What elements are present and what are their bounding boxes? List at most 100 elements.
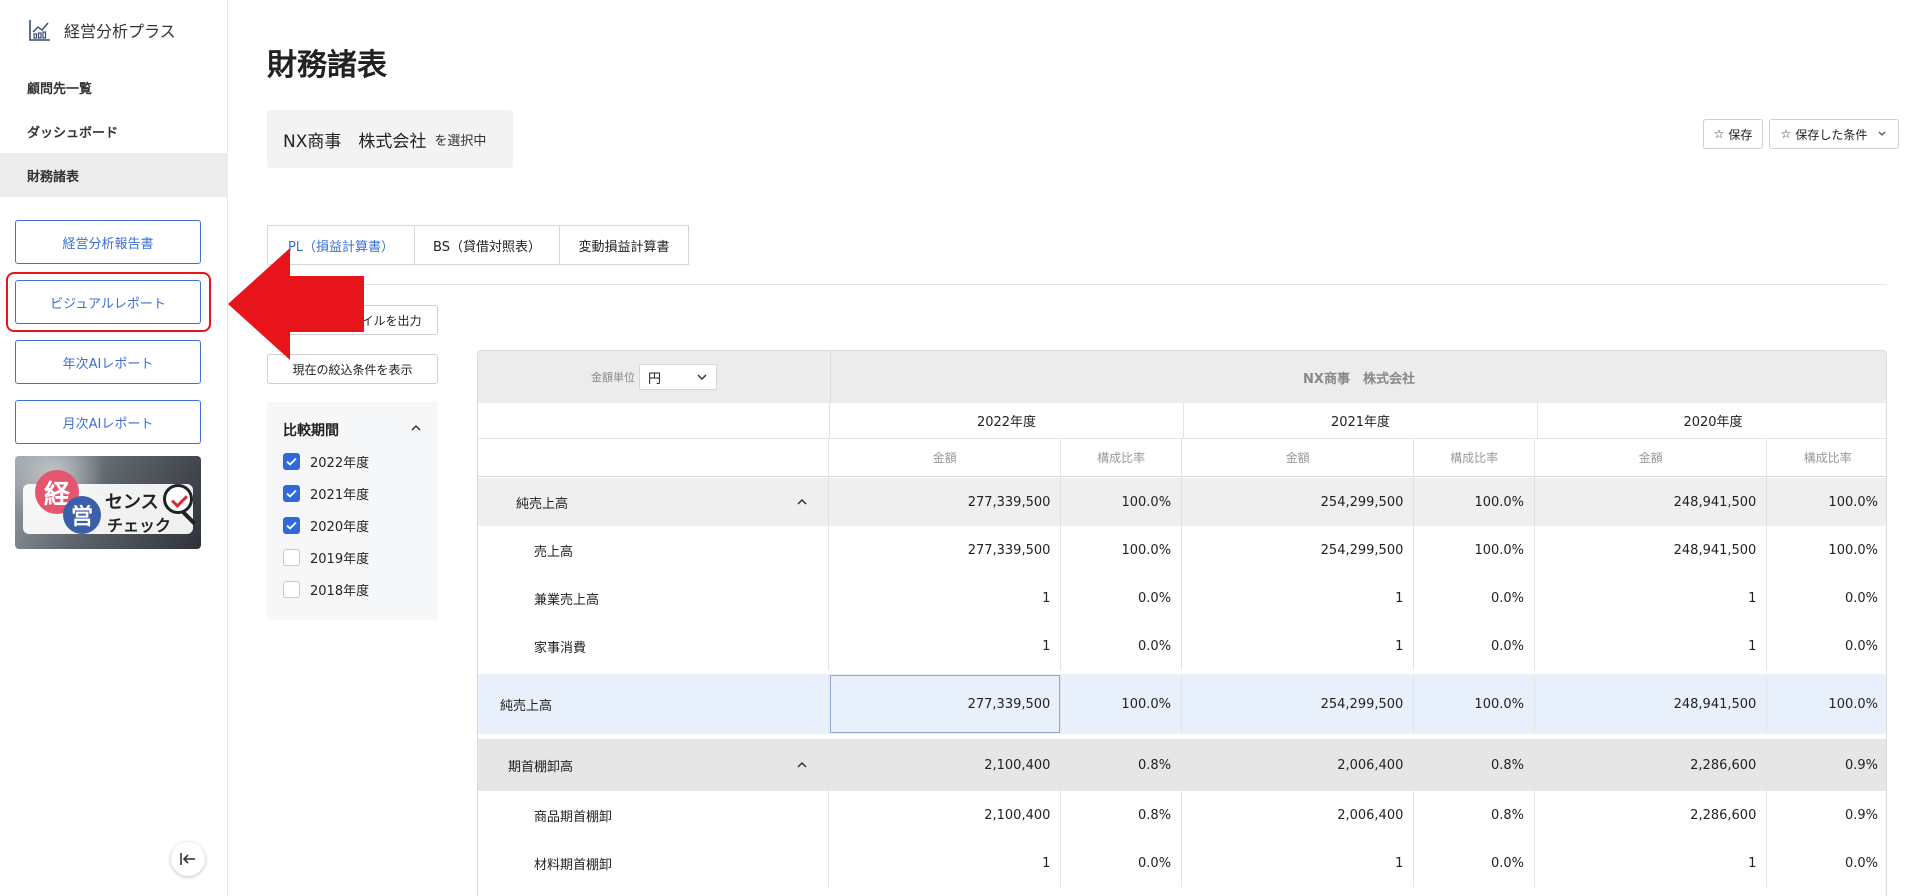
- brand-name: 経営分析プラス: [64, 22, 176, 41]
- financial-table: 金額単位 円 NX商事 株式会社 2022年度 2021年度 2020年度 金額…: [477, 350, 1887, 896]
- checkbox-unchecked[interactable]: [283, 549, 300, 566]
- row-label: 純売上高: [500, 698, 553, 714]
- chevron-up-icon[interactable]: [796, 761, 808, 769]
- comparison-period-filter: 比較期間 2022年度 2021年度 2020年度 2019年度 2018年度: [267, 402, 438, 620]
- amount-cell: 2,100,400: [829, 739, 1062, 791]
- keiei-sense-check-banner[interactable]: 経 営 センス チェック: [15, 456, 201, 549]
- chevron-up-icon[interactable]: [796, 498, 808, 506]
- ratio-cell: 0.0%: [1414, 622, 1536, 670]
- company-header: NX商事 株式会社: [830, 351, 1886, 403]
- checkbox-checked[interactable]: [283, 485, 300, 502]
- row-label: 兼業売上高: [534, 592, 600, 608]
- table-row[interactable]: 売上高 277,339,500 100.0% 254,299,500 100.0…: [478, 526, 1886, 574]
- amount-cell: 1: [829, 622, 1062, 670]
- ratio-cell: 0.0%: [1844, 855, 1878, 871]
- table-row-subtotal-net-sales[interactable]: 純売上高 277,339,500 100.0% 254,299,500 100.…: [478, 674, 1886, 734]
- check-icon: [286, 457, 297, 466]
- ratio-cell: 0.8%: [1414, 739, 1536, 791]
- collapse-left-icon: [180, 853, 195, 865]
- collapse-sidebar-button[interactable]: [171, 842, 205, 876]
- annual-ai-report-button[interactable]: 年次AIレポート: [15, 340, 201, 384]
- table-row[interactable]: 兼業売上高 1 0.0% 1 0.0% 1 0.0%: [478, 574, 1886, 622]
- table-row[interactable]: 材料期首棚卸 1 0.0% 1 0.0% 1 0.0%: [478, 839, 1886, 887]
- filter-option-2019[interactable]: 2019年度: [283, 548, 369, 567]
- save-button[interactable]: ☆ 保存: [1703, 119, 1763, 149]
- filter-option-label: 2022年度: [310, 456, 370, 471]
- ratio-cell: 0.0%: [1844, 590, 1878, 606]
- table-row-group-net-sales[interactable]: 純売上高 277,339,500 100.0% 254,299,500 100.…: [478, 478, 1886, 526]
- checkbox-checked[interactable]: [283, 453, 300, 470]
- amount-cell: 254,299,500: [1182, 526, 1415, 574]
- unit-select[interactable]: 円: [639, 364, 717, 390]
- row-label-cell: 材料期首棚卸: [478, 839, 830, 887]
- check-icon: [286, 521, 297, 530]
- row-label-cell: 純売上高: [478, 674, 829, 734]
- filter-option-2020[interactable]: 2020年度: [283, 516, 369, 535]
- table-row[interactable]: 家事消費 1 0.0% 1 0.0% 1 0.0%: [478, 622, 1886, 670]
- checkbox-unchecked[interactable]: [283, 581, 300, 598]
- row-label-cell: 兼業売上高: [478, 574, 830, 622]
- amount-cell: 2,100,400: [829, 791, 1062, 839]
- sub-header-row: 金額 構成比率 金額 構成比率 金額 構成比率: [478, 439, 1886, 477]
- brand[interactable]: 経営分析プラス: [28, 18, 176, 42]
- page-title: 財務諸表: [267, 48, 387, 83]
- row-label-cell: 商品期首棚卸: [478, 791, 830, 839]
- row-label: 売上高: [534, 544, 574, 560]
- ratio-header: 構成比率: [1414, 439, 1535, 476]
- client-selected-suffix: を選択中: [434, 133, 487, 149]
- red-arrow-icon: [228, 248, 364, 360]
- amount-cell: 248,941,500: [1535, 674, 1768, 734]
- table-row[interactable]: 商品期首棚卸 2,100,400 0.8% 2,006,400 0.8% 2,2…: [478, 791, 1886, 839]
- banner-ei: 営: [63, 496, 101, 534]
- ratio-cell: 0.0%: [1061, 622, 1183, 670]
- filter-option-2018[interactable]: 2018年度: [283, 580, 369, 599]
- star-icon: ☆: [1713, 127, 1725, 141]
- ratio-cell: 0.0%: [1061, 574, 1183, 622]
- checkbox-checked[interactable]: [283, 517, 300, 534]
- ratio-cell: 0.0%: [1414, 839, 1536, 887]
- monthly-ai-report-button[interactable]: 月次AIレポート: [15, 400, 201, 444]
- export-file-label: イルを出力: [361, 313, 422, 328]
- amount-cell: 2,006,400: [1182, 791, 1415, 839]
- ratio-header: 構成比率: [1061, 439, 1182, 476]
- saved-conditions-button[interactable]: ☆ 保存した条件: [1769, 119, 1899, 149]
- analysis-report-button[interactable]: 経営分析報告書: [15, 220, 201, 264]
- row-label: 材料期首棚卸: [534, 857, 613, 873]
- unit-value: 円: [648, 371, 662, 387]
- saved-conditions-label: 保存した条件: [1795, 127, 1868, 142]
- empty-header-cell: [478, 439, 829, 476]
- nav-item-clients[interactable]: 顧問先一覧: [0, 65, 228, 109]
- ratio-cell: 100.0%: [1414, 478, 1536, 526]
- nav-item-dashboard[interactable]: ダッシュボード: [0, 109, 228, 153]
- ratio-cell: 0.0%: [1414, 574, 1536, 622]
- tabs-divider: [267, 284, 1887, 285]
- amount-cell-selected[interactable]: 277,339,500: [829, 674, 1062, 734]
- ratio-cell: 100.0%: [1061, 674, 1182, 734]
- row-label: 純売上高: [516, 496, 569, 512]
- amount-cell: 1: [829, 839, 1062, 887]
- magnifier-icon: [163, 484, 193, 514]
- amount-cell: 1: [1535, 622, 1768, 670]
- table-row-group-opening-inventory[interactable]: 期首棚卸高 2,100,400 0.8% 2,006,400 0.8% 2,28…: [478, 739, 1886, 791]
- amount-cell: 2,286,600: [1535, 739, 1768, 791]
- tab-variable-pl[interactable]: 変動損益計算書: [559, 225, 689, 265]
- filter-option-2022[interactable]: 2022年度: [283, 452, 369, 471]
- amount-cell: 1: [1535, 574, 1768, 622]
- amount-cell: 254,299,500: [1182, 674, 1415, 734]
- ratio-cell: 100.0%: [1828, 542, 1878, 558]
- year-header-row: 2022年度 2021年度 2020年度: [478, 403, 1886, 439]
- ratio-cell: 0.8%: [1414, 791, 1536, 839]
- filter-option-label: 2018年度: [310, 584, 370, 599]
- amount-cell: 1: [1535, 839, 1768, 887]
- nav-item-financial-statements[interactable]: 財務諸表: [0, 153, 228, 197]
- year-header-2020: 2020年度: [1683, 415, 1743, 430]
- ratio-cell: 0.8%: [1061, 791, 1183, 839]
- row-label-cell: 売上高: [478, 526, 830, 574]
- ratio-cell: 100.0%: [1828, 494, 1878, 510]
- row-label-cell: 期首棚卸高: [478, 739, 830, 791]
- unit-selector-area: 金額単位 円: [478, 351, 830, 403]
- tab-bs[interactable]: BS（貸借対照表）: [414, 225, 560, 265]
- filter-option-2021[interactable]: 2021年度: [283, 484, 369, 503]
- chevron-up-icon[interactable]: [410, 424, 422, 432]
- amount-cell: 1: [1182, 839, 1415, 887]
